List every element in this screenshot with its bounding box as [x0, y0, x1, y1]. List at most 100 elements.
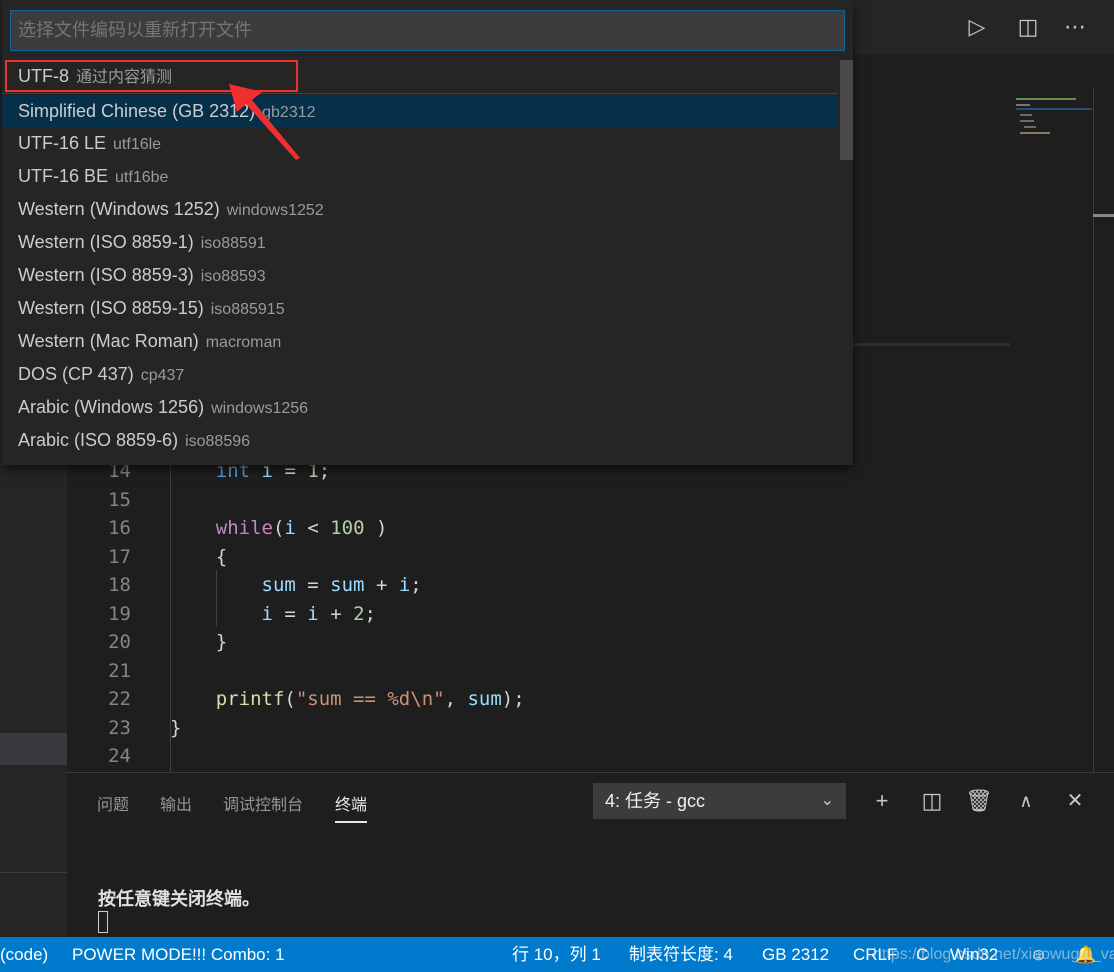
status-cursor-position[interactable]: 行 10，列 1	[512, 937, 601, 972]
encoding-option[interactable]: Western (ISO 8859-3) iso88593	[2, 259, 838, 292]
encoding-option-label: Arabic (Windows 1256)	[18, 397, 205, 417]
code-token: printf	[215, 688, 285, 710]
encoding-option-description: cp437	[140, 367, 185, 384]
encoding-option-label: Arabic (ISO 8859-6)	[18, 430, 179, 450]
quick-pick-scrollbar[interactable]	[840, 60, 853, 160]
encoding-option-description: macroman	[205, 334, 282, 351]
trash-icon[interactable]: 🗑	[965, 787, 993, 815]
code-token: +	[318, 602, 354, 625]
encoding-option-label: UTF-16 LE	[18, 133, 107, 153]
encoding-option[interactable]: DOS (CP 437) cp437	[2, 358, 838, 391]
status-item-power-mode[interactable]: POWER MODE!!! Combo: 1	[72, 937, 285, 972]
encoding-quick-pick: UTF-8通过内容猜测Simplified Chinese (GB 2312)g…	[2, 0, 853, 465]
line-number: 21	[108, 659, 131, 682]
code-text: }	[170, 628, 227, 656]
terminal-select-dropdown[interactable]: 4: 任务 - gcc ⌄	[593, 783, 846, 819]
indent-guide	[216, 570, 217, 627]
encoding-option-label: Western (Windows 1252)	[18, 199, 220, 219]
code-token: (	[272, 517, 285, 539]
code-token: +	[364, 574, 399, 596]
encoding-option[interactable]: Western (ISO 8859-1) iso88591	[2, 226, 838, 259]
encoding-option-label: Western (ISO 8859-1)	[18, 232, 194, 252]
code-line: 17 {	[67, 543, 1067, 571]
minimap[interactable]	[1016, 92, 1096, 142]
line-number: 20	[108, 631, 131, 653]
panel-tab[interactable]: 终端	[335, 791, 368, 823]
panel-tab[interactable]: 输出	[160, 791, 192, 815]
new-terminal-icon[interactable]: +	[869, 787, 895, 815]
encoding-option-description: utf16be	[115, 169, 169, 186]
encoding-option-label: Western (Mac Roman)	[18, 331, 199, 351]
editor-vertical-scrollbar[interactable]	[1093, 88, 1114, 772]
code-text: }	[170, 714, 181, 742]
code-token: i	[307, 602, 319, 625]
status-item-code[interactable]: (code)	[0, 937, 48, 972]
code-line: 15	[67, 486, 1067, 514]
chevron-up-icon[interactable]: ∧	[1013, 787, 1039, 815]
chevron-down-icon: ⌄	[820, 792, 834, 809]
encoding-option[interactable]: Western (Mac Roman) macroman	[2, 325, 838, 358]
encoding-option[interactable]: Simplified Chinese (GB 2312) gb2312	[2, 95, 838, 127]
code-token: i	[261, 602, 273, 625]
code-token: 100	[330, 517, 365, 539]
bottom-panel: 问题 输出 调试控制台 终端 4: 任务 - gcc ⌄ + ◫ 🗑 ∧ ✕ 按任意键…	[67, 772, 1114, 937]
encoding-option-description: windows1252	[226, 202, 324, 219]
watermark: https://blog.csdn.net/xiaowugui_va	[873, 946, 1114, 963]
encoding-option-label: DOS (CP 437)	[18, 364, 134, 384]
code-token: (	[284, 688, 296, 710]
encoding-option-description: gb2312	[262, 104, 316, 121]
code-token: ;	[364, 602, 376, 625]
scrollbar-thumb[interactable]	[1093, 214, 1114, 217]
status-tab-size[interactable]: 制表符长度: 4	[629, 937, 733, 972]
encoding-option[interactable]: UTF-16 LE utf16le	[2, 127, 838, 160]
encoding-option-label: Western (ISO 8859-3)	[18, 265, 194, 285]
encoding-option[interactable]: UTF-16 BE utf16be	[2, 160, 838, 193]
code-token: sum	[330, 574, 365, 596]
more-actions-icon[interactable]: ⋯	[1062, 14, 1088, 40]
status-encoding[interactable]: GB 2312	[762, 937, 829, 972]
panel-tab[interactable]: 问题	[97, 791, 129, 815]
close-icon[interactable]: ✕	[1062, 787, 1088, 815]
code-token: =	[295, 574, 331, 596]
code-text: i = i + 2;	[170, 600, 376, 628]
encoding-option-description: iso885915	[210, 301, 285, 318]
encoding-option-description: iso88593	[200, 268, 266, 285]
encoding-option[interactable]: Arabic (Windows 1256) windows1256	[2, 391, 838, 424]
code-token: );	[501, 688, 525, 710]
encoding-option-description: iso88591	[200, 235, 266, 252]
run-icon[interactable]: ▷	[964, 14, 990, 40]
code-token: sum	[261, 574, 296, 596]
line-number: 15	[108, 488, 131, 511]
quick-pick-input[interactable]	[10, 10, 845, 51]
panel-tab[interactable]: 调试控制台	[223, 791, 303, 815]
code-token: 2	[353, 602, 365, 625]
code-line: 20 }	[67, 628, 1067, 656]
encoding-option[interactable]: Western (Windows 1252) windows1252	[2, 193, 838, 226]
line-number: 18	[108, 574, 131, 596]
terminal-select-value: 4: 任务 - gcc	[605, 791, 706, 811]
indent-guide	[170, 457, 171, 800]
code-line: 18 sum = sum + i;	[67, 571, 1067, 599]
code-token: i	[398, 574, 411, 596]
code-text: while(i < 100 )	[170, 514, 388, 542]
encoding-option[interactable]: Arabic (ISO 8859-6) iso88596	[2, 424, 838, 457]
code-line: 16 while(i < 100 )	[67, 514, 1067, 542]
annotation-highlight-box	[5, 60, 298, 92]
code-token: ;	[410, 574, 422, 596]
encoding-option[interactable]: Western (ISO 8859-15) iso885915	[2, 292, 838, 325]
code-text: printf("sum == %d\n", sum);	[170, 685, 525, 713]
code-token: sum	[467, 688, 502, 710]
encoding-option-label: Simplified Chinese (GB 2312)	[18, 101, 256, 121]
sidebar-selected-item[interactable]	[0, 733, 67, 765]
split-terminal-icon[interactable]: ◫	[919, 787, 945, 815]
encoding-option-description: iso88596	[185, 433, 251, 450]
line-number: 19	[108, 602, 131, 625]
code-token: while	[215, 517, 273, 539]
quick-pick-separator	[2, 93, 838, 94]
split-editor-icon[interactable]: ◫	[1015, 14, 1041, 40]
code-token: i	[284, 517, 296, 539]
editor-horizontal-scrollbar[interactable]	[850, 343, 1010, 346]
code-token: {	[170, 545, 228, 568]
